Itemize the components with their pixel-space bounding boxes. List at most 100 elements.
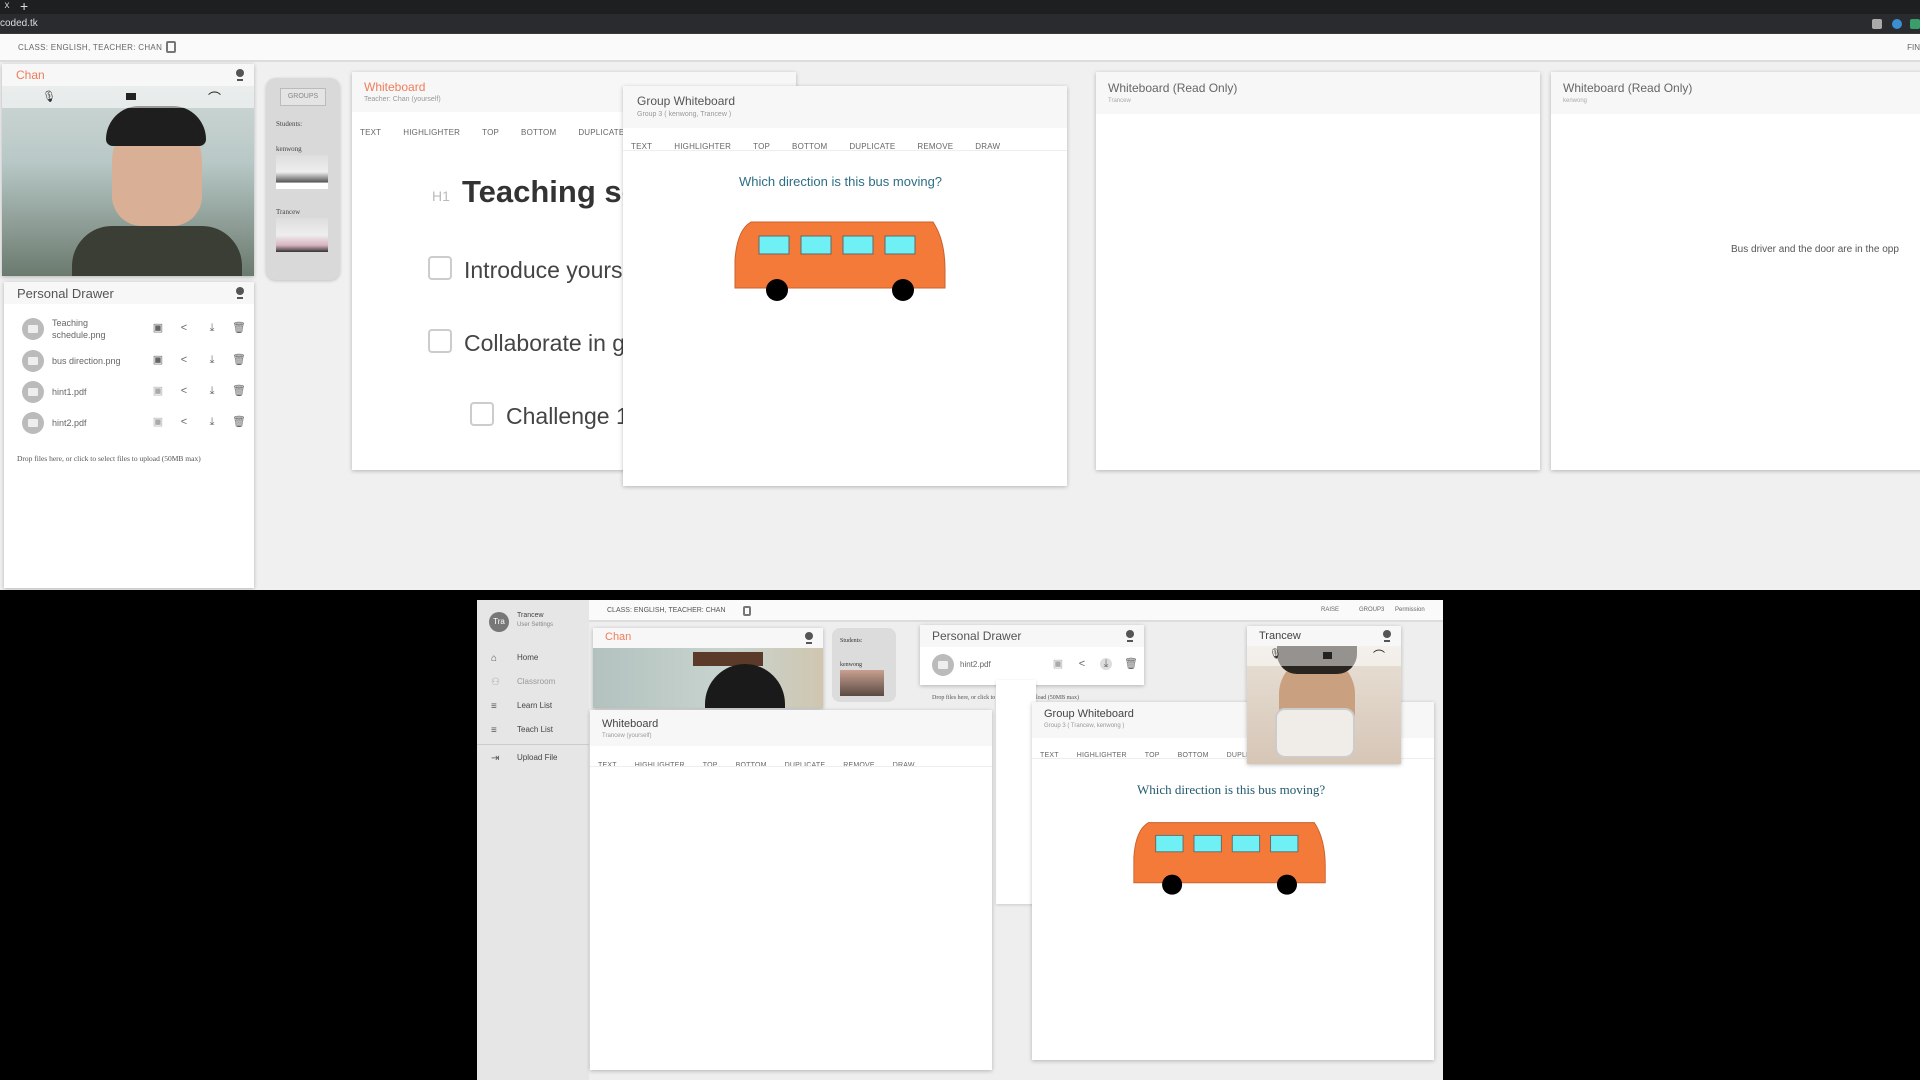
preview-icon[interactable]: ▣: [152, 385, 164, 397]
delete-icon[interactable]: 🗑: [1124, 658, 1138, 670]
whiteboard-subtitle: Group 3 ( kenwong, Trancew ): [637, 111, 732, 118]
folder-icon: [22, 412, 44, 434]
student-video[interactable]: [276, 218, 328, 252]
delete-icon[interactable]: 🗑: [232, 354, 246, 366]
delete-icon[interactable]: 🗑: [232, 322, 246, 334]
checklist-item[interactable]: Collaborate in gr: [464, 330, 633, 357]
finish-button[interactable]: FIN: [1907, 43, 1920, 52]
nav-item-upload-file[interactable]: ⇥ Upload File: [477, 748, 589, 770]
permission-button[interactable]: Permission: [1395, 607, 1425, 613]
new-tab-button[interactable]: +: [20, 0, 28, 14]
groups-button[interactable]: GROUPS: [280, 88, 326, 106]
whiteboard-text[interactable]: Bus driver and the door are in the opp: [1731, 244, 1899, 255]
whiteboard-subtitle: Trancew: [1108, 98, 1131, 104]
pin-icon[interactable]: [1126, 630, 1134, 642]
document-icon[interactable]: [166, 41, 176, 53]
user-settings-link[interactable]: User Settings: [517, 622, 553, 628]
document-icon[interactable]: [743, 606, 751, 616]
share-icon[interactable]: <: [178, 354, 190, 366]
download-icon[interactable]: ⤓: [206, 354, 218, 366]
list-icon: ≡: [491, 725, 497, 736]
download-icon[interactable]: ⤓: [206, 322, 218, 334]
preview-icon[interactable]: ▣: [152, 322, 164, 334]
bus-body: [734, 221, 946, 289]
group-button[interactable]: GROUP3: [1359, 607, 1384, 613]
file-item[interactable]: bus direction.png ▣ < ⤓ 🗑: [4, 346, 254, 376]
camera-icon[interactable]: [126, 93, 136, 100]
avatar[interactable]: Tra: [489, 612, 509, 632]
profile-icon[interactable]: [1910, 19, 1920, 29]
whiteboard-title: Group Whiteboard: [637, 94, 736, 108]
whiteboard-title: Whiteboard (Read Only): [1108, 81, 1238, 95]
nav-item-home[interactable]: ⌂ Home: [477, 648, 589, 670]
question-text[interactable]: Which direction is this bus moving?: [739, 174, 942, 189]
tool-bottom[interactable]: BOTTOM: [521, 128, 556, 137]
pin-icon[interactable]: [805, 632, 813, 644]
camera-icon[interactable]: [1323, 652, 1332, 659]
share-icon[interactable]: <: [178, 385, 190, 397]
video-name: Trancew: [1259, 630, 1301, 642]
checkbox[interactable]: [428, 329, 452, 353]
whiteboard-toolbar: TEXTHIGHLIGHTERTOPBOTTOMDUPLICATEREMOVED…: [598, 754, 933, 772]
extension-icon[interactable]: [1892, 19, 1902, 29]
nav-item-learn-list[interactable]: ≡ Learn List: [477, 696, 589, 718]
file-item[interactable]: hint2.pdf ▣ < ⤓ 🗑: [920, 650, 1144, 680]
mic-icon[interactable]: 🎙: [1269, 649, 1282, 660]
file-item[interactable]: hint2.pdf ▣ < ⤓ 🗑: [4, 408, 254, 438]
delete-icon[interactable]: 🗑: [232, 385, 246, 397]
whiteboard-heading[interactable]: Teaching sc: [462, 174, 639, 210]
download-icon[interactable]: ⤓: [1100, 658, 1112, 670]
heading-tag: H1: [432, 188, 450, 204]
extension-icon[interactable]: [1872, 19, 1882, 29]
checkbox[interactable]: [428, 256, 452, 280]
bus-drawing[interactable]: [1132, 820, 1328, 900]
delete-icon[interactable]: 🗑: [232, 416, 246, 428]
download-icon[interactable]: ⤓: [206, 385, 218, 397]
checklist-item[interactable]: Challenge 1: [506, 403, 629, 430]
preview-icon[interactable]: ▣: [152, 354, 164, 366]
drop-zone[interactable]: Drop files here, or click to select file…: [17, 454, 201, 463]
nav-item-teach-list[interactable]: ≡ Teach List: [477, 720, 589, 742]
bus-wheel: [1276, 874, 1298, 895]
pin-icon[interactable]: [236, 287, 244, 299]
pin-icon[interactable]: [236, 69, 244, 81]
groups-panel: Students: kenwong: [832, 628, 896, 702]
bus-drawing[interactable]: [733, 220, 948, 306]
nav-item-classroom[interactable]: ⚇ Classroom: [477, 672, 589, 694]
preview-icon[interactable]: ▣: [1052, 658, 1064, 670]
file-item[interactable]: hint1.pdf ▣ < ⤓ 🗑: [4, 377, 254, 407]
share-icon[interactable]: <: [178, 416, 190, 428]
tool-duplicate[interactable]: DUPLICATE: [578, 128, 624, 137]
student-video[interactable]: [840, 670, 884, 696]
url-text[interactable]: coded.tk: [0, 18, 38, 29]
question-text[interactable]: Which direction is this bus moving?: [1137, 782, 1325, 798]
video-feed: 🎙 ⌒: [2, 86, 254, 276]
student-video[interactable]: [276, 155, 328, 189]
raise-hand-button[interactable]: RAISE: [1321, 607, 1339, 613]
pin-icon[interactable]: [1383, 630, 1391, 642]
tool-top[interactable]: TOP: [482, 128, 499, 137]
bus-wheel: [766, 279, 788, 301]
nav-label: Learn List: [517, 701, 553, 710]
personal-drawer: Personal Drawer Teaching schedule.png ▣ <…: [4, 282, 254, 588]
hangup-icon[interactable]: ⌒: [208, 88, 221, 107]
bus-window: [1270, 834, 1299, 853]
checklist-item[interactable]: Introduce yourse: [464, 257, 635, 284]
whiteboard-subtitle: Group 3 ( Trancew, kenwong ): [1044, 723, 1125, 729]
file-name: Teaching schedule.png: [52, 317, 106, 341]
whiteboard-subtitle: Teacher: Chan (yourself): [364, 96, 441, 103]
browser-tab[interactable]: x: [0, 0, 14, 14]
mic-icon[interactable]: 🎙: [42, 90, 56, 103]
tool-highlighter[interactable]: HIGHLIGHTER: [403, 128, 460, 137]
download-icon[interactable]: ⤓: [206, 416, 218, 428]
hangup-icon[interactable]: ⌒: [1373, 647, 1385, 664]
share-icon[interactable]: <: [1076, 658, 1088, 670]
checkbox[interactable]: [470, 402, 494, 426]
file-name: hint2.pdf: [960, 660, 991, 669]
tool-text[interactable]: TEXT: [360, 128, 381, 137]
share-icon[interactable]: <: [178, 322, 190, 334]
file-item[interactable]: Teaching schedule.png ▣ < ⤓ 🗑: [4, 314, 254, 344]
class-label: CLASS: ENGLISH, TEACHER: CHAN: [607, 607, 726, 614]
video-feed: [593, 648, 823, 708]
preview-icon[interactable]: ▣: [152, 416, 164, 428]
